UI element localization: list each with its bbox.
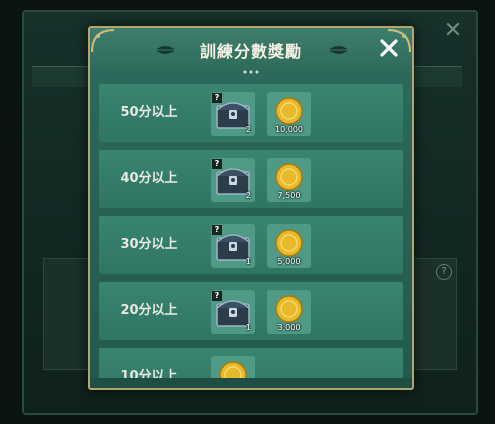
question-icon: ?: [212, 159, 222, 169]
score-threshold-label: 20分以上: [120, 303, 178, 318]
chest-count: 2: [245, 125, 251, 134]
score-threshold-label: 30分以上: [120, 237, 178, 252]
modal-title: 訓練分數獎勵: [199, 42, 302, 61]
chest-count: 1: [245, 257, 251, 266]
score-threshold-label: 40分以上: [120, 171, 178, 186]
reward-row: 40分以上 ? 2 7,500: [99, 150, 403, 208]
background-help-icon: ?: [436, 264, 452, 280]
leaf-ornament-icon: [328, 46, 348, 54]
chest-count: 1: [245, 323, 251, 332]
coin-amount: 10,000: [275, 125, 303, 134]
coin-slot[interactable]: 5,000: [267, 224, 311, 268]
coin-amount: 7,500: [277, 191, 301, 200]
coin-amount: 5,000: [277, 257, 301, 266]
question-icon: ?: [212, 225, 222, 235]
background-close-icon: ✕: [443, 18, 463, 43]
close-icon[interactable]: [378, 37, 400, 59]
chest-count: 2: [245, 191, 251, 200]
coin-slot[interactable]: 10,000: [267, 92, 311, 136]
scroll-indicator: [243, 70, 259, 74]
reward-row: 50分以上 ? 2 10,000: [99, 84, 403, 142]
reward-row: 20分以上 ? 1 3,000: [99, 282, 403, 340]
reward-modal: 訓練分數獎勵 50分以上 ? 2 10,000 40分以上 ? 2 7,500 …: [88, 26, 414, 390]
reward-row: 30分以上 ? 1 5,000: [99, 216, 403, 274]
chest-slot[interactable]: ? 2: [211, 158, 255, 202]
chest-slot[interactable]: ? 1: [211, 224, 255, 268]
coin-slot[interactable]: 3,000: [267, 290, 311, 334]
coin-amount: 3,000: [277, 323, 301, 332]
modal-footer: [90, 378, 412, 388]
question-icon: ?: [212, 93, 222, 103]
score-threshold-label: 50分以上: [120, 105, 178, 120]
chest-slot[interactable]: ? 1: [211, 290, 255, 334]
chest-slot[interactable]: ? 2: [211, 92, 255, 136]
question-icon: ?: [212, 291, 222, 301]
coin-slot[interactable]: 7,500: [267, 158, 311, 202]
reward-list[interactable]: 50分以上 ? 2 10,000 40分以上 ? 2 7,500 30分以上 ?…: [99, 84, 403, 384]
